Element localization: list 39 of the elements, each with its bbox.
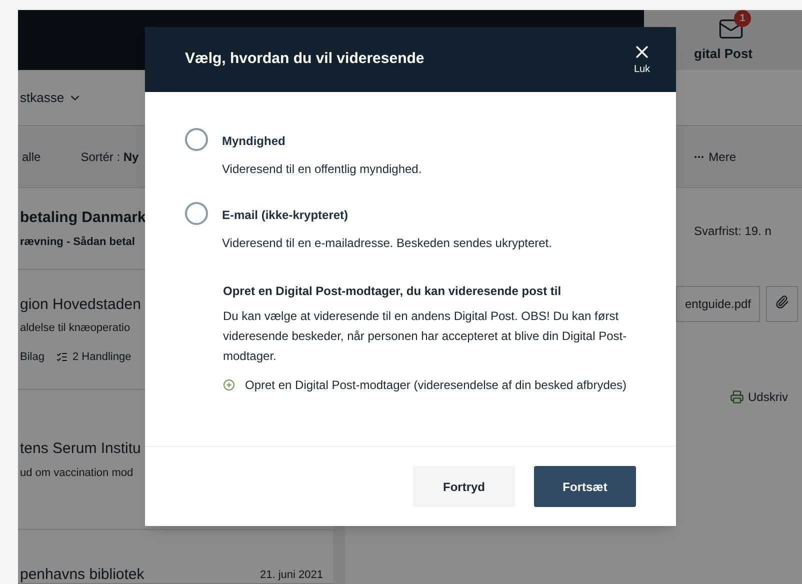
attachment-chip[interactable]: entguide.pdf: [676, 286, 760, 322]
radio-option[interactable]: E-mail (ikke-krypteret) Videresend til en e-mailadresse. Beskeden sendes ukrypteret.: [185, 206, 636, 252]
print-button[interactable]: Udskriv: [730, 388, 788, 406]
continue-button[interactable]: Fortsæt: [534, 466, 636, 507]
message-subject: aldelse til knæoperatio: [20, 321, 130, 336]
section-heading: Opret en Digital Post-modtager, du kan videresende post til: [223, 283, 562, 300]
checklist-icon: [56, 351, 68, 363]
message-sender: penhavns bibliotek: [20, 565, 144, 584]
dialog-title: Vælg, hvordan du vil videresende: [185, 49, 424, 70]
radio-option[interactable]: Myndighed Videresend til en offentlig myndighed.: [185, 132, 636, 178]
radio-button[interactable]: [185, 128, 208, 151]
filter-option[interactable]: alle: [22, 148, 41, 166]
plus-icon: [223, 379, 235, 391]
radio-button[interactable]: [185, 202, 208, 225]
message-sender: tens Serum Institu: [20, 439, 141, 459]
printer-icon: [730, 390, 744, 404]
cancel-button[interactable]: Fortryd: [413, 466, 515, 507]
message-subject: ud om vaccination mod: [20, 466, 134, 480]
mailbox-dropdown[interactable]: stkasse: [20, 88, 82, 108]
option-label: E-mail (ikke-krypteret): [222, 207, 350, 224]
create-recipient-link[interactable]: Opret en Digital Post-modtager (videresendelse af din besked afbrydes): [223, 376, 636, 394]
paperclip-icon: [775, 295, 789, 309]
message-sender: gion Hovedstaden: [20, 294, 141, 315]
tab-label: gital Post: [694, 45, 753, 63]
message-item[interactable]: penhavns bibliotek 21. juni 2021: [18, 530, 333, 584]
notification-badge: 1: [734, 10, 751, 27]
more-button[interactable]: Mere: [692, 148, 736, 166]
attachment-chip[interactable]: [766, 286, 798, 322]
section-text: Du kan vælge at videresende til en andens Digital Post. OBS! Du kan først videresende beskeder, når personen har accepteret at blive din Digital Post-modtager.: [223, 308, 628, 365]
message-date: 21. juni 2021: [260, 568, 323, 583]
option-label: Myndighed: [222, 133, 286, 150]
attachments-label: Bilag: [20, 350, 44, 365]
message-sender: betaling Danmark: [20, 208, 146, 228]
option-description: Videresend til en e-mailadresse. Beskeden sendes ukrypteret.: [222, 235, 552, 252]
option-description: Videresend til en offentlig myndighed.: [222, 161, 422, 178]
sort-label[interactable]: Sortér : Ny: [80, 148, 139, 166]
actions-label: 2 Handlinge: [72, 350, 132, 365]
deadline-text: Svarfrist: 19. n: [694, 223, 772, 240]
message-subject: rævning - Sådan betal: [20, 234, 135, 250]
